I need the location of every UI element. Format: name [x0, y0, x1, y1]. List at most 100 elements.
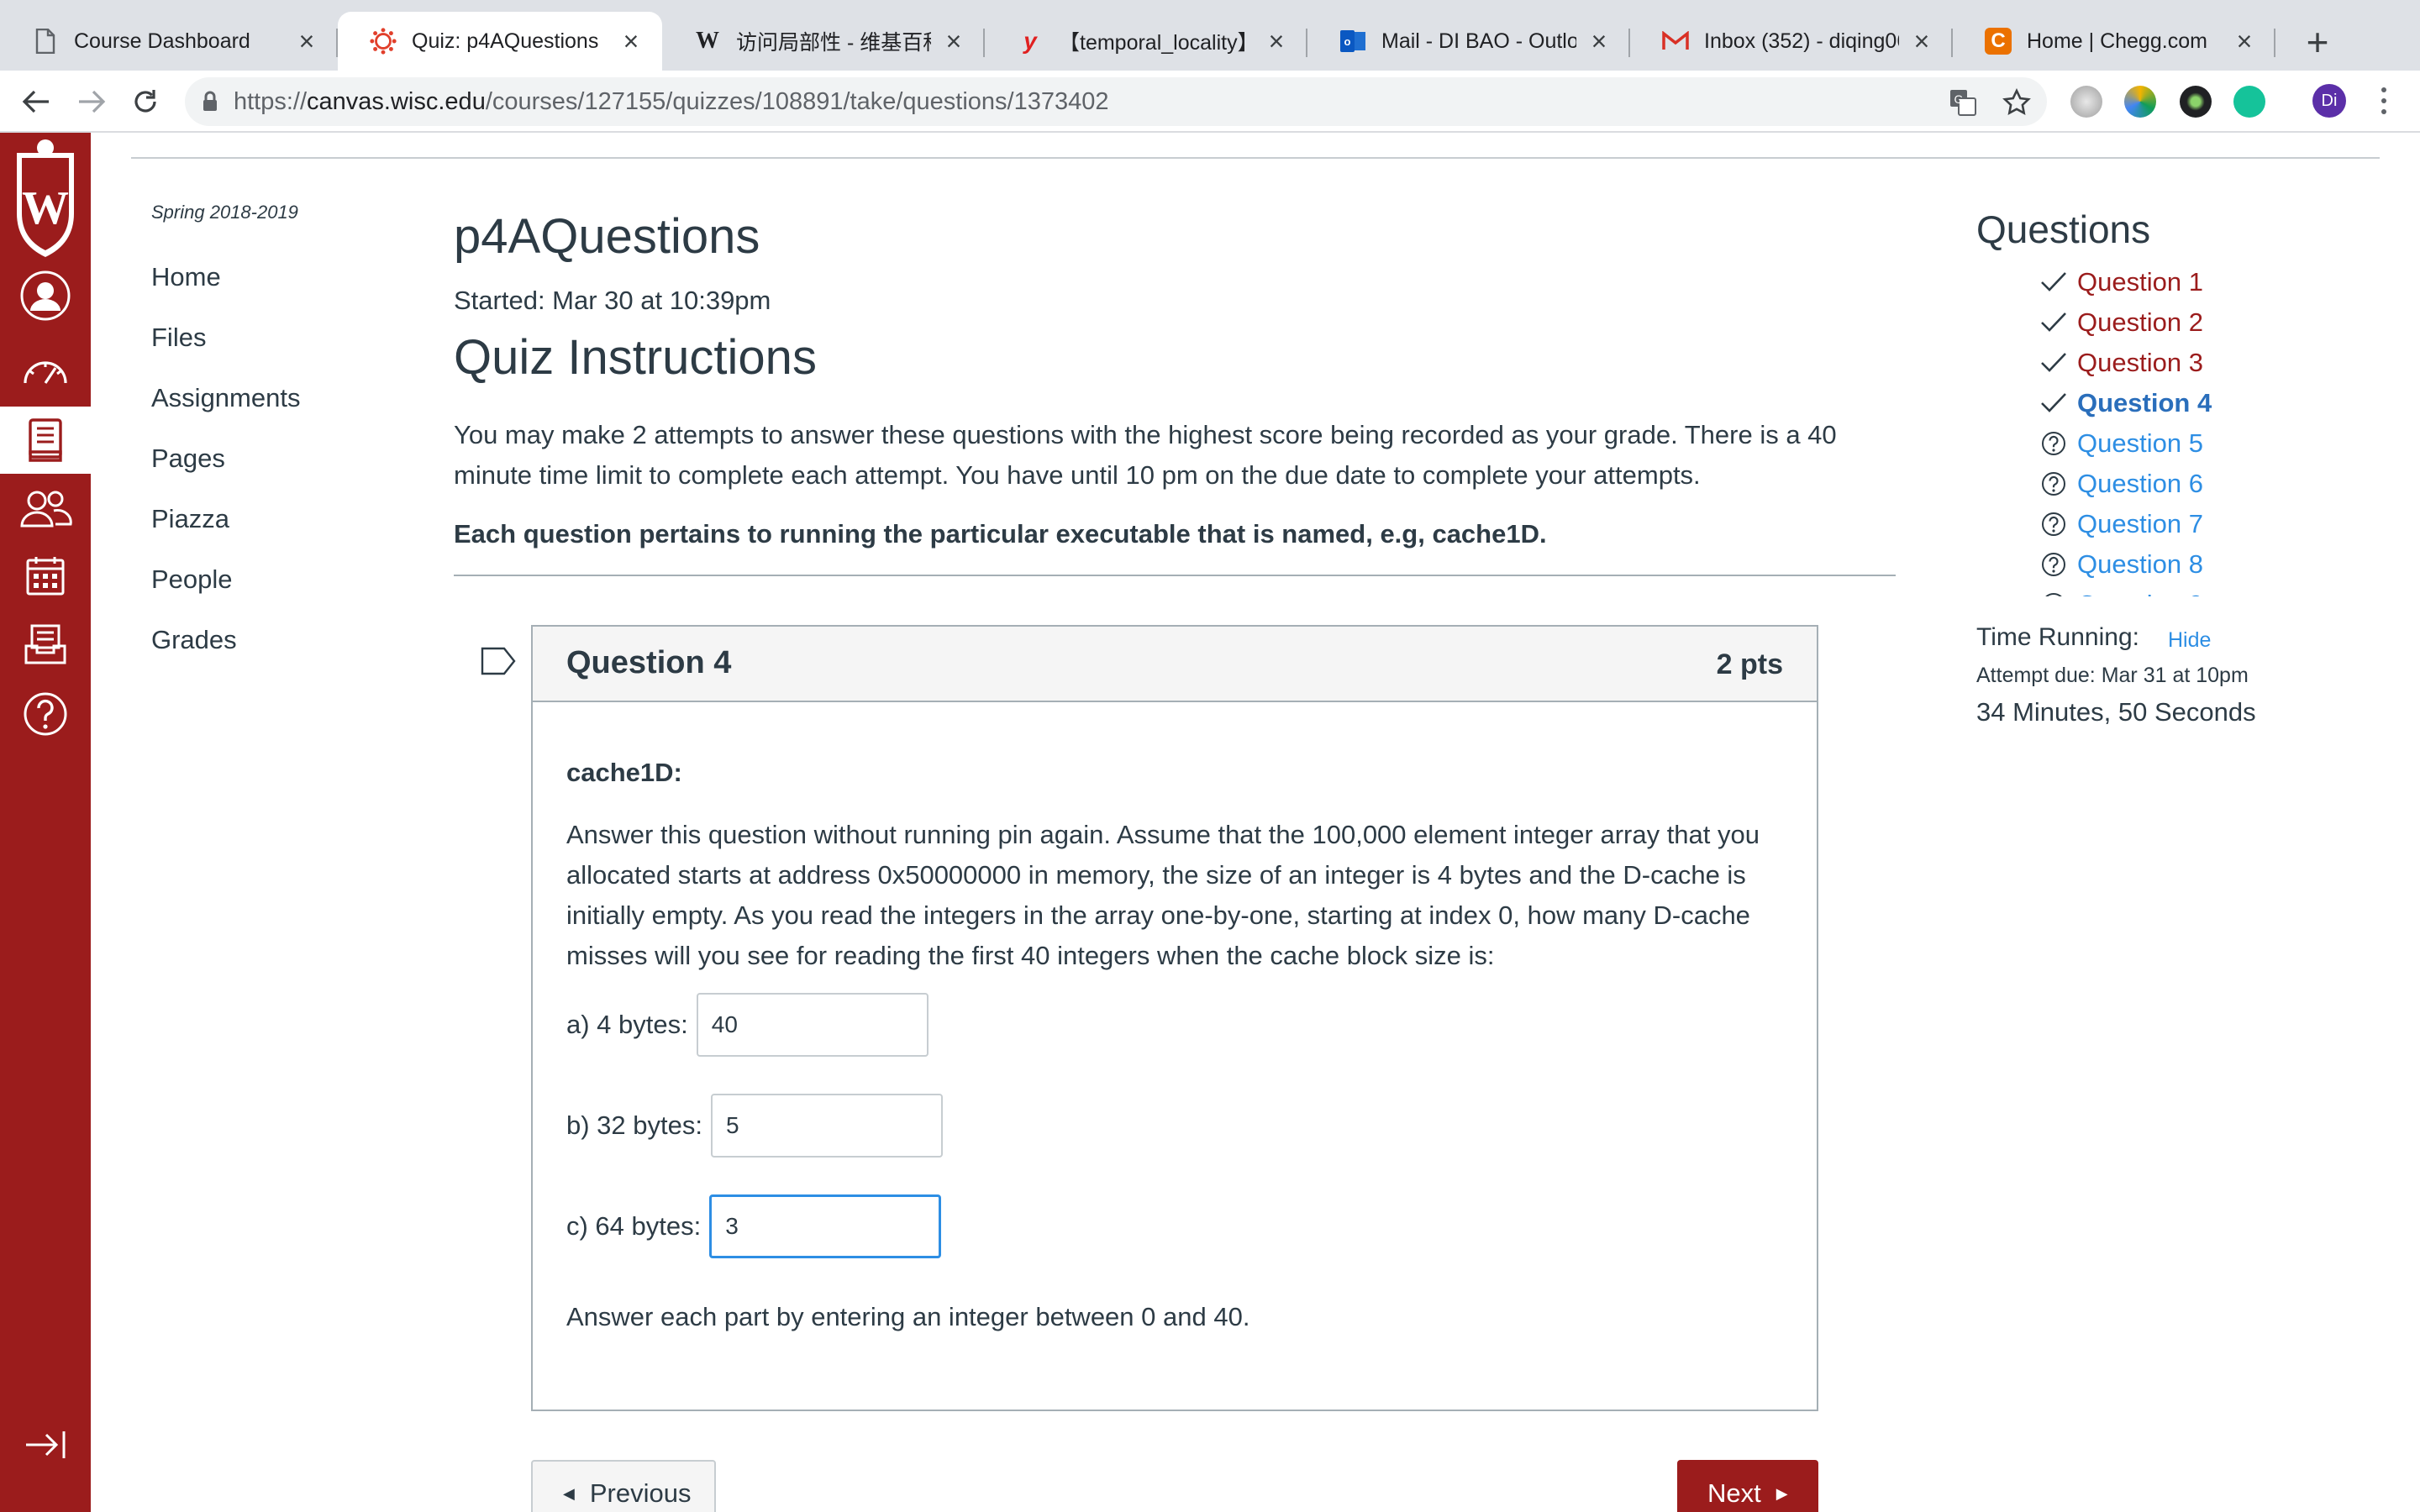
question-card: Question 4 2 pts cache1D: Answer this qu…	[531, 625, 1818, 1411]
question-header: Question 4 2 pts	[533, 627, 1817, 702]
course-nav-assignments[interactable]: Assignments	[151, 383, 300, 413]
answer-input-a[interactable]	[696, 993, 929, 1057]
dashboard-icon[interactable]	[0, 336, 91, 403]
browser-menu-icon[interactable]	[2371, 84, 2396, 118]
question-link[interactable]: Question 6	[2040, 464, 2292, 504]
svg-text:o: o	[1344, 35, 1351, 48]
course-nav-grades[interactable]: Grades	[151, 625, 237, 655]
course-nav-people[interactable]: People	[151, 564, 233, 595]
question-link[interactable]: Question 5	[2040, 423, 2292, 464]
svg-text:G: G	[1954, 92, 1964, 106]
question-link-label: Question 4	[2077, 388, 2212, 417]
hide-timer-link[interactable]: Hide	[2168, 628, 2211, 653]
course-term: Spring 2018-2019	[151, 202, 298, 223]
question-link-label: Question 7	[2077, 509, 2203, 538]
answer-row-a: a) 4 bytes:	[566, 993, 929, 1057]
checkmark-icon	[2040, 349, 2067, 376]
address-bar[interactable]: https://canvas.wisc.edu/courses/127155/q…	[185, 77, 2047, 126]
answer-row-b: b) 32 bytes:	[566, 1094, 943, 1158]
answer-input-b[interactable]	[710, 1094, 943, 1158]
answer-label: a) 4 bytes:	[566, 1010, 688, 1039]
tab-youdao[interactable]: y 【temporal_locality】 f ×	[985, 12, 1307, 71]
close-icon[interactable]: ×	[1264, 26, 1289, 57]
tab-title: Home | Chegg.com	[2027, 29, 2207, 53]
close-icon[interactable]: ×	[618, 26, 644, 57]
question-link-label: Question 9	[2077, 590, 2203, 596]
attempt-due: Attempt due: Mar 31 at 10pm	[1976, 664, 2249, 687]
collapse-nav-icon[interactable]	[0, 1411, 91, 1478]
account-icon[interactable]	[0, 262, 91, 329]
grammarly-icon[interactable]	[2233, 86, 2265, 118]
question-link[interactable]: Question 7	[2040, 504, 2292, 544]
instructions-text: You may make 2 attempts to answer these …	[454, 420, 1837, 490]
translate-icon[interactable]: G	[1944, 84, 1981, 121]
question-link-label: Question 8	[2077, 549, 2203, 579]
new-tab-button[interactable]: +	[2294, 18, 2341, 66]
browser-toolbar: https://canvas.wisc.edu/courses/127155/q…	[0, 71, 2420, 133]
question-link-label: Question 3	[2077, 348, 2203, 377]
previous-button[interactable]: ◀ Previous	[531, 1460, 716, 1512]
calendar-icon[interactable]	[0, 543, 91, 610]
question-text: Answer this question without running pin…	[566, 820, 1760, 970]
question-link[interactable]: Question 8	[2040, 544, 2292, 585]
answer-label: c) 64 bytes:	[566, 1211, 702, 1241]
question-link[interactable]: Question 3	[2040, 343, 2292, 383]
question-link[interactable]: Question 1	[2040, 262, 2292, 302]
answer-input-c[interactable]	[709, 1194, 942, 1258]
extension-icon[interactable]	[2124, 86, 2156, 118]
tab-course-dashboard[interactable]: Course Dashboard ×	[0, 12, 338, 71]
help-icon[interactable]	[0, 680, 91, 748]
close-icon[interactable]: ×	[1586, 26, 1612, 57]
url-text: https://canvas.wisc.edu/courses/127155/q…	[234, 87, 1109, 115]
course-nav-pages[interactable]: Pages	[151, 444, 225, 474]
close-icon[interactable]: ×	[294, 26, 319, 57]
close-icon[interactable]: ×	[941, 26, 966, 57]
question-link-label: Question 5	[2077, 428, 2203, 458]
answer-label: b) 32 bytes:	[566, 1110, 702, 1140]
gmail-icon	[1662, 28, 1689, 55]
close-icon[interactable]: ×	[1909, 26, 1934, 57]
instructions-divider	[454, 575, 1896, 576]
outlook-icon: o	[1339, 28, 1366, 55]
course-nav-piazza[interactable]: Piazza	[151, 504, 229, 534]
groups-icon[interactable]	[0, 475, 91, 543]
question-name: Question 4	[566, 645, 732, 680]
tab-title: 访问局部性 - 维基百科,	[736, 31, 931, 55]
inbox-icon[interactable]	[0, 612, 91, 679]
close-icon[interactable]: ×	[2232, 26, 2257, 57]
courses-icon[interactable]	[0, 407, 91, 474]
reload-button[interactable]	[124, 81, 166, 123]
extension-icon[interactable]	[2070, 86, 2102, 118]
checkmark-icon	[2040, 390, 2067, 417]
course-nav-home[interactable]: Home	[151, 262, 221, 292]
tab-gmail[interactable]: Inbox (352) - diqing06 ×	[1630, 12, 1953, 71]
question-mark-icon	[2040, 551, 2067, 578]
checkmark-icon	[2040, 269, 2067, 296]
canvas-logo-icon	[370, 28, 397, 55]
tab-chegg[interactable]: C Home | Chegg.com ×	[1953, 12, 2275, 71]
question-link[interactable]: Question 9	[2040, 585, 2292, 596]
lock-icon	[203, 91, 217, 111]
back-button[interactable]	[15, 81, 57, 123]
question-link[interactable]: Question 4	[2040, 383, 2292, 423]
time-remaining: 34 Minutes, 50 Seconds	[1976, 697, 2256, 727]
bookmark-star-icon[interactable]	[1998, 84, 2035, 121]
tab-title: Inbox (352) - diqing06	[1704, 29, 1899, 53]
breadcrumb-divider	[131, 157, 2380, 159]
page-icon	[32, 28, 59, 55]
question-link[interactable]: Question 2	[2040, 302, 2292, 343]
caret-right-icon: ▶	[1776, 1484, 1788, 1502]
questions-heading: Questions	[1976, 207, 2151, 251]
tab-quiz[interactable]: Quiz: p4AQuestions ×	[338, 12, 662, 71]
tab-outlook[interactable]: o Mail - DI BAO - Outloo ×	[1307, 12, 1630, 71]
profile-avatar[interactable]: Di	[2312, 84, 2346, 118]
next-button[interactable]: Next ▶	[1677, 1460, 1818, 1512]
tab-title: Quiz: p4AQuestions	[412, 29, 599, 53]
question-list: Question 1 Question 2 Question 3 Question 4…	[2040, 262, 2292, 596]
course-nav-files[interactable]: Files	[151, 323, 206, 353]
tab-wikipedia[interactable]: W 访问局部性 - 维基百科, ×	[662, 12, 985, 71]
forward-button[interactable]	[71, 81, 113, 123]
flag-question-icon[interactable]	[481, 647, 516, 680]
uw-crest-logo[interactable]: W	[5, 136, 86, 260]
extension-icon[interactable]	[2180, 86, 2212, 118]
